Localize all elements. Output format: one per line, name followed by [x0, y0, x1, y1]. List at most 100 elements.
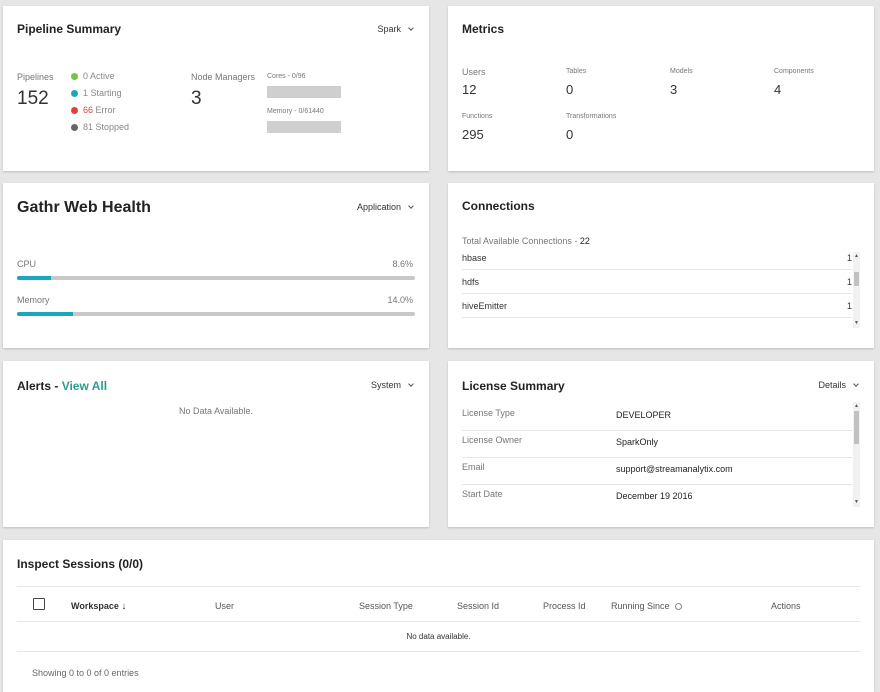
web-health-title: Gathr Web Health	[17, 199, 151, 216]
metric-tables-label: Tables	[566, 68, 587, 75]
metric-transformations-label: Transformations	[566, 113, 617, 120]
chevron-down-icon	[408, 202, 414, 209]
scroll-down-icon[interactable]: ▼	[854, 500, 859, 505]
license-details-dropdown[interactable]: Details	[818, 380, 859, 390]
connection-name: hbase	[462, 252, 487, 263]
connection-row[interactable]: hdfs 1	[462, 270, 852, 294]
scroll-up-icon[interactable]: ▲	[854, 254, 859, 259]
chevron-down-icon	[408, 380, 414, 387]
connection-name: hiveEmitter	[462, 300, 508, 311]
license-scrollbar[interactable]: ▲ ▼	[853, 402, 860, 507]
pipelines-count: 152	[17, 88, 49, 109]
cpu-value: 8.6%	[392, 259, 413, 269]
health-memory-label: Memory	[17, 295, 50, 305]
view-all-link[interactable]: View All	[62, 379, 107, 393]
license-row: Email support@streamanalytix.com	[462, 458, 852, 485]
sessions-empty-message: No data available.	[406, 632, 471, 641]
status-active[interactable]: 0 Active	[71, 71, 115, 81]
column-actions[interactable]: Actions	[771, 601, 801, 611]
pipeline-engine-label: Spark	[377, 24, 401, 34]
connection-count: 1	[846, 276, 852, 287]
cores-label: Cores - 0/96	[267, 73, 306, 80]
metrics-title: Metrics	[462, 22, 505, 36]
scroll-down-icon[interactable]: ▼	[854, 321, 859, 326]
metric-components-value: 4	[774, 82, 782, 97]
license-key: Start Date	[462, 489, 503, 499]
total-connections: Total Available Connections - 22	[462, 236, 590, 246]
sessions-entries-info: Showing 0 to 0 of 0 entries	[32, 668, 139, 678]
license-row: Start Date December 19 2016	[462, 485, 852, 512]
pipeline-engine-dropdown[interactable]: Spark	[377, 24, 414, 34]
license-value: support@streamanalytix.com	[616, 464, 733, 474]
memory-progress-fill	[17, 312, 73, 316]
pipeline-summary-title: Pipeline Summary	[17, 22, 122, 36]
status-stopped[interactable]: 81 Stopped	[71, 122, 129, 132]
pipelines-label: Pipelines	[17, 72, 54, 82]
connection-count: 1	[846, 300, 852, 311]
status-dot-icon	[71, 107, 78, 114]
inspect-sessions-card: Inspect Sessions (0/0) Workspace ↓ User …	[3, 540, 874, 692]
memory-usage-label: Memory - 0/61440	[267, 108, 324, 115]
health-scope-dropdown[interactable]: Application	[356, 202, 414, 212]
scroll-thumb[interactable]	[854, 411, 859, 444]
metric-models-label: Models	[670, 68, 693, 75]
status-error[interactable]: 66 Error	[71, 105, 116, 115]
license-row: License Owner SparkOnly	[462, 431, 852, 458]
alerts-type-dropdown[interactable]: System	[371, 380, 414, 390]
metric-functions-label: Functions	[462, 113, 493, 120]
connections-title: Connections	[462, 199, 535, 213]
alerts-empty-message: No Data Available.	[179, 406, 253, 416]
connections-scrollbar[interactable]: ▲ ▼	[853, 252, 860, 328]
inspect-sessions-title: Inspect Sessions (0/0)	[17, 557, 144, 571]
license-key: Email	[462, 462, 485, 472]
status-starting[interactable]: 1 Starting	[71, 88, 122, 98]
column-session-id[interactable]: Session Id	[457, 601, 499, 611]
license-value: December 19 2016	[616, 491, 693, 501]
metric-users-label: Users	[462, 67, 486, 77]
clock-icon	[675, 603, 683, 610]
select-all-checkbox[interactable]	[33, 598, 45, 610]
metric-transformations-value: 0	[566, 127, 574, 142]
cpu-label: CPU	[17, 259, 37, 269]
metrics-card: Metrics Users 12 Tables 0 Models 3 Compo…	[448, 6, 874, 171]
web-health-card: Gathr Web Health Application CPU 8.6% Me…	[3, 183, 429, 348]
connection-row[interactable]: hbase 1	[462, 246, 852, 270]
node-managers-label: Node Managers	[191, 72, 256, 82]
connection-row[interactable]: hiveEmitter 1	[462, 294, 852, 318]
metric-users-value: 12	[462, 82, 477, 97]
metric-models-value: 3	[670, 82, 678, 97]
memory-progress-bar	[17, 312, 415, 316]
column-running-since[interactable]: Running Since	[611, 601, 683, 611]
license-value: SparkOnly	[616, 437, 659, 447]
status-dot-icon	[71, 124, 78, 131]
connection-count: 1	[846, 252, 852, 263]
memory-usage-bar	[267, 121, 341, 133]
column-process-id[interactable]: Process Id	[543, 601, 586, 611]
column-workspace[interactable]: Workspace ↓	[71, 601, 126, 612]
metric-tables-value: 0	[566, 82, 574, 97]
license-key: License Owner	[462, 435, 523, 445]
sort-down-arrow-icon: ↓	[121, 601, 127, 612]
metric-components-label: Components	[774, 68, 814, 75]
node-managers-count: 3	[191, 88, 202, 109]
alerts-title: Alerts - View All	[17, 379, 108, 393]
table-divider	[17, 586, 860, 587]
metric-functions-value: 295	[462, 127, 484, 142]
license-key: License Type	[462, 408, 515, 418]
status-dot-icon	[71, 73, 78, 80]
health-scope-label: Application	[356, 202, 401, 212]
column-user[interactable]: User	[215, 601, 234, 611]
chevron-down-icon	[853, 380, 859, 387]
cpu-progress-fill	[17, 276, 52, 280]
connection-name: hdfs	[462, 276, 480, 287]
license-details-label: Details	[818, 380, 846, 390]
license-row: License Type DEVELOPER	[462, 404, 852, 431]
health-memory-value: 14.0%	[387, 295, 413, 305]
status-dot-icon	[71, 90, 78, 97]
license-summary-card: License Summary Details License Type DEV…	[448, 361, 874, 527]
chevron-down-icon	[408, 24, 414, 31]
column-session-type[interactable]: Session Type	[359, 601, 413, 611]
scroll-thumb[interactable]	[854, 272, 859, 286]
cores-bar	[267, 86, 341, 98]
scroll-up-icon[interactable]: ▲	[854, 404, 859, 409]
